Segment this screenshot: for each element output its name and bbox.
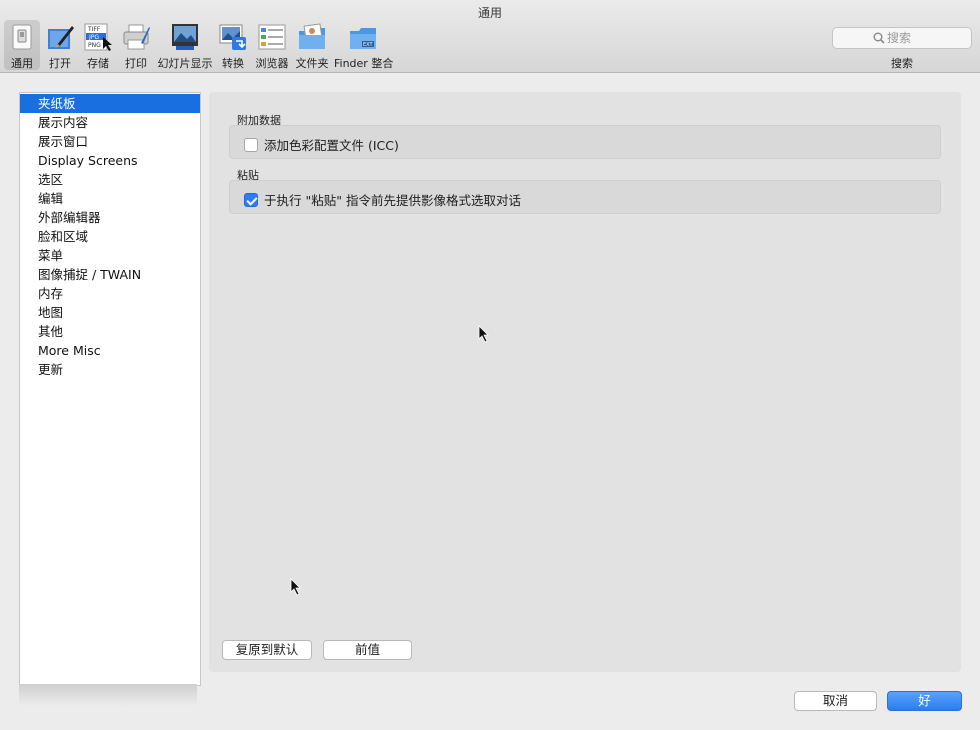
- mouse-pointer-icon: [290, 578, 301, 596]
- toolbar-label-print: 打印: [125, 57, 147, 70]
- search-input[interactable]: 搜索: [832, 27, 972, 49]
- ok-button[interactable]: 好: [887, 691, 962, 711]
- slideshow-icon: [172, 24, 198, 50]
- svg-text:PNG: PNG: [88, 42, 101, 49]
- open-brush-icon: [48, 26, 74, 49]
- general-switch-icon: [12, 24, 32, 50]
- svg-text:EXT: EXT: [363, 42, 373, 48]
- search-icon: [873, 32, 885, 44]
- toolbar-item-general[interactable]: 通用: [4, 20, 40, 70]
- checkbox-paste-format-dialog[interactable]: [244, 192, 258, 207]
- printer-icon: [123, 24, 150, 50]
- option-paste-format-dialog[interactable]: 于执行 "粘贴" 指令前先提供影像格式选取对话: [244, 190, 521, 209]
- toolbar-label-general: 通用: [11, 57, 33, 70]
- sidebar-item-maps[interactable]: 地图: [20, 303, 200, 322]
- search-label: 搜索: [891, 57, 913, 70]
- sidebar-item-edit[interactable]: 编辑: [20, 189, 200, 208]
- toolbar-label-browser: 浏览器: [255, 57, 289, 70]
- sidebar-item-faces-regions[interactable]: 脸和区域: [20, 227, 200, 246]
- toolbar-label-slideshow: 幻灯片显示: [157, 57, 213, 70]
- option-label-paste-format-dialog: 于执行 "粘贴" 指令前先提供影像格式选取对话: [264, 193, 521, 208]
- sidebar-item-selection[interactable]: 选区: [20, 170, 200, 189]
- toolbar-item-finder-integration[interactable]: EXT Finder 整合: [334, 20, 394, 70]
- toolbar-item-convert[interactable]: 转换: [216, 20, 250, 70]
- browser-icon: [258, 24, 286, 50]
- sidebar-item-clipboard[interactable]: 夹纸板: [20, 94, 200, 113]
- sidebar-item-menus[interactable]: 菜单: [20, 246, 200, 265]
- save-formats-icon: TIFF JPG PNG: [84, 23, 112, 51]
- sidebar-item-external-editors[interactable]: 外部编辑器: [20, 208, 200, 227]
- sidebar-item-memory[interactable]: 内存: [20, 284, 200, 303]
- toolbar-label-folder: 文件夹: [295, 57, 329, 70]
- toolbar-item-open[interactable]: 打开: [42, 20, 78, 70]
- toolbar-item-folder[interactable]: 文件夹: [294, 20, 330, 70]
- svg-text:TIFF: TIFF: [87, 26, 101, 33]
- option-label-add-icc-profile: 添加色彩配置文件 (ICC): [264, 138, 399, 153]
- sidebar-item-image-capture[interactable]: 图像捕捉 / TWAIN: [20, 265, 200, 284]
- settings-panel: 附加数据 添加色彩配置文件 (ICC) 粘贴 于执行 "粘贴" 指令前先提供影像…: [209, 92, 961, 672]
- restore-defaults-button[interactable]: 复原到默认: [222, 640, 312, 660]
- sidebar-item-display-window[interactable]: 展示窗口: [20, 132, 200, 151]
- svg-text:JPG: JPG: [88, 34, 99, 41]
- sidebar-item-other[interactable]: 其他: [20, 322, 200, 341]
- group-extra-data: 添加色彩配置文件 (ICC): [229, 125, 941, 159]
- sidebar-item-more-misc[interactable]: More Misc: [20, 341, 200, 360]
- sidebar-item-display-content[interactable]: 展示内容: [20, 113, 200, 132]
- search-placeholder: 搜索: [887, 31, 912, 45]
- group-paste: 于执行 "粘贴" 指令前先提供影像格式选取对话: [229, 180, 941, 214]
- toolbar-label-save: 存储: [87, 57, 109, 70]
- sidebar-footer: [19, 684, 197, 706]
- option-add-icc-profile[interactable]: 添加色彩配置文件 (ICC): [244, 135, 399, 154]
- previous-value-button[interactable]: 前值: [323, 640, 412, 660]
- sidebar: 夹纸板 展示内容 展示窗口 Display Screens 选区 编辑 外部编辑…: [19, 92, 201, 686]
- toolbar-item-slideshow[interactable]: 幻灯片显示: [156, 20, 214, 70]
- toolbar-item-browser[interactable]: 浏览器: [254, 20, 290, 70]
- checkbox-add-icc-profile[interactable]: [244, 137, 258, 152]
- cancel-button[interactable]: 取消: [794, 691, 877, 711]
- toolbar-item-print[interactable]: 打印: [118, 20, 154, 70]
- mouse-pointer-icon: [478, 325, 489, 343]
- toolbar-label-convert: 转换: [222, 57, 244, 70]
- convert-icon: [219, 24, 246, 50]
- toolbar-label-finder-integration: Finder 整合: [334, 57, 394, 70]
- sidebar-item-updates[interactable]: 更新: [20, 360, 200, 379]
- sidebar-item-display-screens[interactable]: Display Screens: [20, 151, 200, 170]
- title-toolbar-area: 通用 通用 打开 TIFF JPG PNG 存储 打印 幻灯片显示 转换 浏览器…: [0, 0, 980, 73]
- toolbar-item-save[interactable]: TIFF JPG PNG 存储: [80, 20, 116, 70]
- toolbar-label-open: 打开: [49, 57, 71, 70]
- finder-folder-icon: EXT: [350, 28, 376, 49]
- window-title: 通用: [477, 6, 502, 20]
- folder-photo-icon: [299, 23, 325, 49]
